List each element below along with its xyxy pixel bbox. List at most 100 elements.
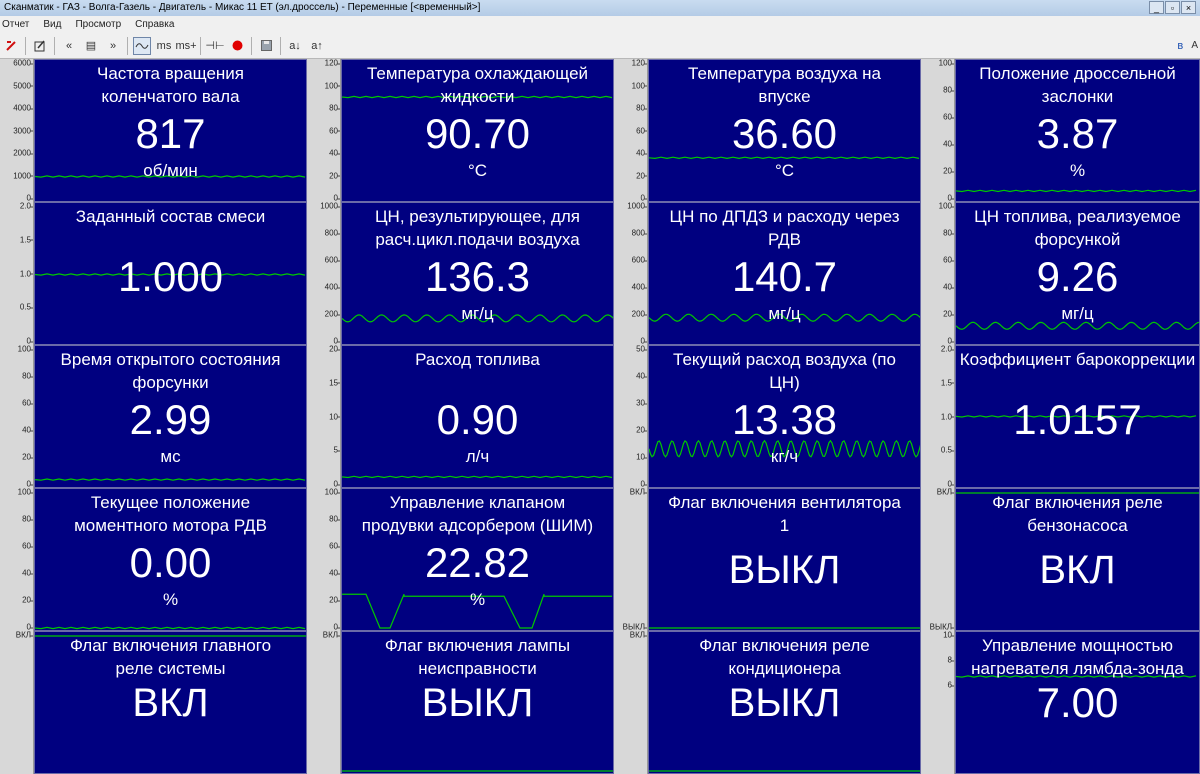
- restore-button[interactable]: ▫: [1165, 1, 1180, 14]
- parameter-panel[interactable]: Флаг включения главного реле системы ВКЛ: [34, 631, 307, 774]
- parameter-panel[interactable]: Частота вращения коленчатого вала 817 об/м…: [34, 59, 307, 202]
- toolbar-separator: [251, 36, 252, 55]
- scale-tick-label: 1000: [627, 201, 647, 211]
- scale-tick-label: 80: [636, 103, 647, 113]
- parameter-panel[interactable]: Температура охлаждающей жидкости 90.70 °С: [341, 59, 614, 202]
- scale-tick-label: 1.0: [19, 269, 34, 278]
- edit-icon[interactable]: [31, 37, 49, 55]
- parameter-unit: °С: [467, 161, 488, 180]
- toolbar-separator: [200, 36, 201, 55]
- parameter-title: Заданный состав смеси: [75, 207, 266, 226]
- parameter-title: Флаг включения вентилятора 1: [668, 493, 901, 535]
- parameter-panel[interactable]: Положение дроссельной заслонки 3.87%: [955, 59, 1200, 202]
- scale-tick-label: 600: [631, 255, 648, 265]
- scale-tick-label: 60: [22, 398, 33, 408]
- parameter-panel[interactable]: Расход топлива 0.90 л/ч: [341, 345, 614, 488]
- scale-tick-label: 5: [333, 445, 341, 455]
- parameter-title: Текущий расход воздуха (по ЦН): [673, 350, 896, 392]
- graph-icon[interactable]: [133, 36, 151, 55]
- value-scale: 100 80 60 40 20 0: [921, 58, 955, 203]
- window-titlebar: Сканматик - ГАЗ - Волга-Газель - Двигате…: [0, 0, 1200, 16]
- parameter-title: Температура охлаждающей жидкости: [366, 64, 589, 106]
- scale-tick-label: 10: [636, 452, 647, 462]
- close-button[interactable]: ×: [1181, 1, 1196, 14]
- scale-tick-label: 800: [631, 228, 648, 238]
- value-scale: 20 15 10 5 0: [307, 345, 341, 489]
- scale-tick-label: ВКЛ: [629, 630, 648, 640]
- ms-icon[interactable]: ms: [155, 37, 173, 55]
- value-scale: 10 8 6: [921, 631, 955, 774]
- parameter-value: ВЫКЛ: [728, 681, 841, 725]
- parameter-panel[interactable]: ЦН по ДПДЗ и расходу через РДВ 140.7 мг/ц: [648, 202, 921, 345]
- scale-tick-label: 80: [22, 514, 33, 524]
- menu-browse[interactable]: Просмотр: [73, 16, 123, 33]
- scale-tick-label: 60: [329, 541, 340, 551]
- scale-tick-label: 5000: [13, 81, 33, 90]
- minimize-button[interactable]: _: [1149, 1, 1164, 14]
- parameter-value: 817: [135, 110, 206, 157]
- parameter-panel[interactable]: Заданный состав смеси 1.000: [34, 202, 307, 345]
- back-icon[interactable]: «: [60, 37, 78, 55]
- scale-tick-label: 80: [22, 371, 33, 381]
- scale-tick-label: 1.5: [940, 378, 955, 388]
- value-scale: ВКЛ: [0, 631, 34, 774]
- trace-line: [35, 478, 306, 481]
- parameter-panel[interactable]: ЦН, результирующее, для расч.цикл.подачи…: [341, 202, 614, 345]
- scale-tick-label: ВКЛ: [936, 487, 955, 497]
- parameter-title: Коэффициент барокоррекции: [959, 350, 1196, 369]
- scale-tick-label: 60: [943, 255, 954, 265]
- parameter-value: 136.3: [424, 253, 531, 300]
- parameter-unit: мг/ц: [768, 304, 801, 323]
- scale-tick-label: 80: [329, 514, 340, 524]
- parameter-panel[interactable]: Время открытого состояния форсунки 2.99 мс: [34, 345, 307, 488]
- parameter-value: ВЫКЛ: [421, 681, 534, 725]
- bluetooth-icon[interactable]: ʙ: [1171, 37, 1189, 55]
- parameter-unit: %: [1069, 161, 1086, 180]
- scale-tick-label: 100: [938, 58, 955, 68]
- scale-tick-label: 40: [943, 139, 954, 149]
- scale-tick-label: 1.0: [940, 412, 955, 421]
- parameter-panel[interactable]: ЦН топлива, реализуемое форсункой 9.26 мг/…: [955, 202, 1200, 345]
- forward-icon[interactable]: »: [104, 37, 122, 55]
- scale-tick-label: 10: [329, 412, 340, 421]
- parameter-unit: об/мин: [143, 161, 198, 180]
- parameter-panel[interactable]: Флаг включения лампы неисправности ВЫКЛ: [341, 631, 614, 774]
- parameter-panel[interactable]: Управление клапаном продувки адсорбером …: [341, 488, 614, 631]
- scale-tick-label: 30: [636, 398, 647, 408]
- parameter-title: Положение дроссельной заслонки: [979, 64, 1176, 106]
- parameter-panel[interactable]: Температура воздуха на впуске 36.60 °С: [648, 59, 921, 202]
- record-mode-icon[interactable]: ⊣⊢: [205, 37, 224, 55]
- scale-tick-label: 20: [329, 171, 340, 180]
- ms-plus-icon[interactable]: ms+: [175, 37, 196, 55]
- scale-tick-label: 60: [636, 126, 647, 135]
- value-scale: 120 100 80 60 40 20 0: [307, 59, 341, 203]
- font-larger-icon[interactable]: a↑: [308, 37, 326, 55]
- parameter-panel[interactable]: Флаг включения вентилятора 1 ВЫКЛ: [648, 488, 921, 631]
- list-icon[interactable]: ▤: [82, 37, 100, 55]
- parameter-value: 7.00: [1036, 679, 1119, 726]
- parameter-value: 1.000: [117, 253, 224, 300]
- scale-tick-label: 80: [943, 85, 954, 95]
- parameter-unit: мг/ц: [1061, 304, 1094, 323]
- parameter-panel[interactable]: Флаг включения реле кондиционера ВЫКЛ: [648, 631, 921, 774]
- corner-label: A: [1191, 40, 1198, 51]
- scale-tick-label: 100: [324, 81, 341, 90]
- scale-tick-label: 60: [329, 126, 340, 135]
- scale-tick-label: 100: [631, 81, 648, 90]
- menu-report[interactable]: Отчет: [0, 16, 31, 33]
- menu-help[interactable]: Справка: [133, 16, 176, 33]
- parameter-panel[interactable]: Текущее положение моментного мотора РДВ 0…: [34, 488, 307, 631]
- scale-tick-label: 100: [324, 487, 341, 497]
- parameter-panel[interactable]: Текущий расход воздуха (по ЦН) 13.38 кг/ч: [648, 345, 921, 488]
- menu-view[interactable]: Вид: [41, 16, 63, 33]
- parameter-panel[interactable]: Управление мощностью нагревателя лямбда-…: [955, 631, 1200, 774]
- parameter-title: ЦН по ДПДЗ и расходу через РДВ: [669, 207, 900, 249]
- stop-icon[interactable]: [2, 37, 20, 55]
- parameter-panel[interactable]: Коэффициент барокоррекции 1.0157: [955, 345, 1200, 488]
- save-icon[interactable]: [257, 37, 275, 55]
- parameter-title: Частота вращения коленчатого вала: [96, 64, 244, 106]
- record-icon[interactable]: [228, 37, 246, 55]
- parameter-title: Текущее положение моментного мотора РДВ: [74, 493, 267, 535]
- parameter-panel[interactable]: Флаг включения реле бензонасоса ВКЛ: [955, 488, 1200, 631]
- font-smaller-icon[interactable]: a↓: [286, 37, 304, 55]
